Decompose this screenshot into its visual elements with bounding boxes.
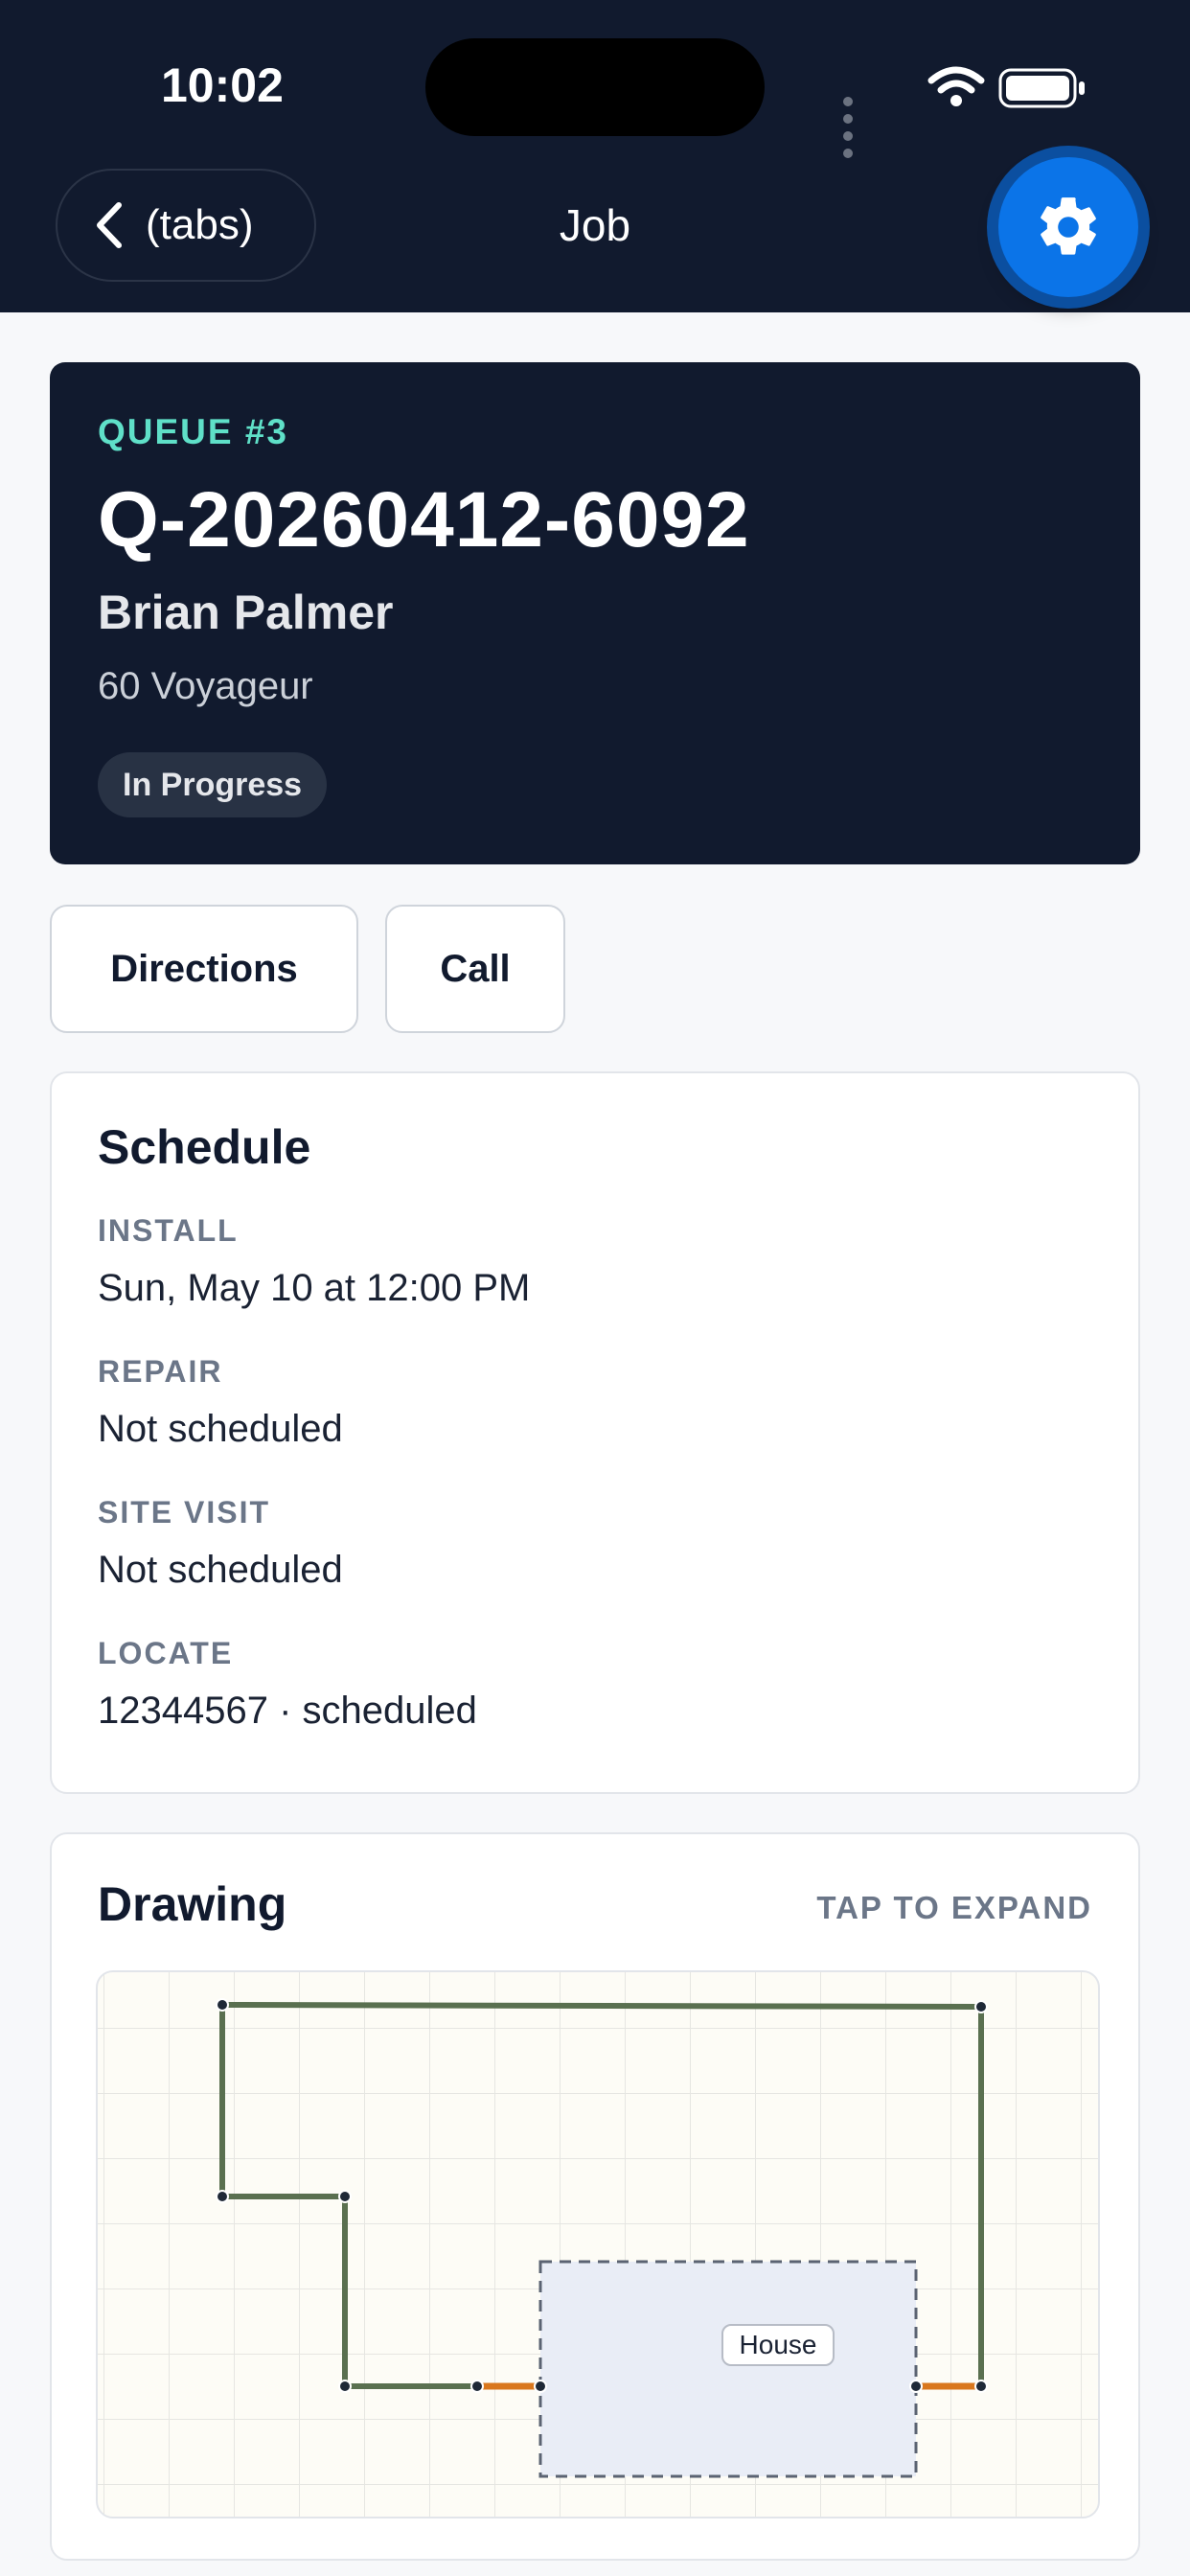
settings-button[interactable] [998, 157, 1138, 297]
schedule-card: Schedule INSTALL Sun, May 10 at 12:00 PM… [50, 1071, 1140, 1794]
schedule-label-site-visit: SITE VISIT [98, 1495, 271, 1530]
battery-icon [998, 68, 1085, 108]
top-bar: 10:02 (tabs) Job [0, 0, 1190, 312]
tap-to-expand-label: TAP TO EXPAND [816, 1890, 1092, 1925]
customer-address: 60 Voyageur [98, 665, 313, 707]
schedule-value-site-visit: Not scheduled [98, 1549, 343, 1591]
status-badge: In Progress [98, 752, 328, 817]
drawing-svg: House [98, 1972, 1098, 2517]
dynamic-island [425, 38, 765, 136]
schedule-label-locate: LOCATE [98, 1636, 234, 1670]
directions-button[interactable]: Directions [50, 905, 358, 1033]
house-outline [538, 2260, 918, 2478]
job-summary-card: QUEUE #3 Q-20260412-6092 Brian Palmer 60… [50, 362, 1140, 864]
drawing-title: Drawing [98, 1877, 287, 1931]
house-label: House [740, 2330, 817, 2359]
job-id: Q-20260412-6092 [98, 476, 750, 564]
wifi-icon [927, 66, 985, 106]
schedule-value-install: Sun, May 10 at 12:00 PM [98, 1267, 531, 1309]
schedule-label-repair: REPAIR [98, 1354, 223, 1389]
drawing-card[interactable]: Drawing TAP TO EXPAND House [50, 1832, 1140, 2561]
call-button[interactable]: Call [385, 905, 565, 1033]
schedule-value-locate: 12344567 · scheduled [98, 1690, 477, 1732]
drawing-preview[interactable]: House [96, 1970, 1100, 2518]
customer-name: Brian Palmer [98, 586, 394, 639]
gear-icon [1041, 197, 1096, 255]
queue-number: QUEUE #3 [98, 412, 289, 451]
schedule-title: Schedule [98, 1120, 311, 1174]
schedule-label-install: INSTALL [98, 1213, 239, 1248]
signal-icon [843, 94, 858, 163]
status-time: 10:02 [161, 58, 284, 112]
schedule-value-repair: Not scheduled [98, 1408, 343, 1450]
